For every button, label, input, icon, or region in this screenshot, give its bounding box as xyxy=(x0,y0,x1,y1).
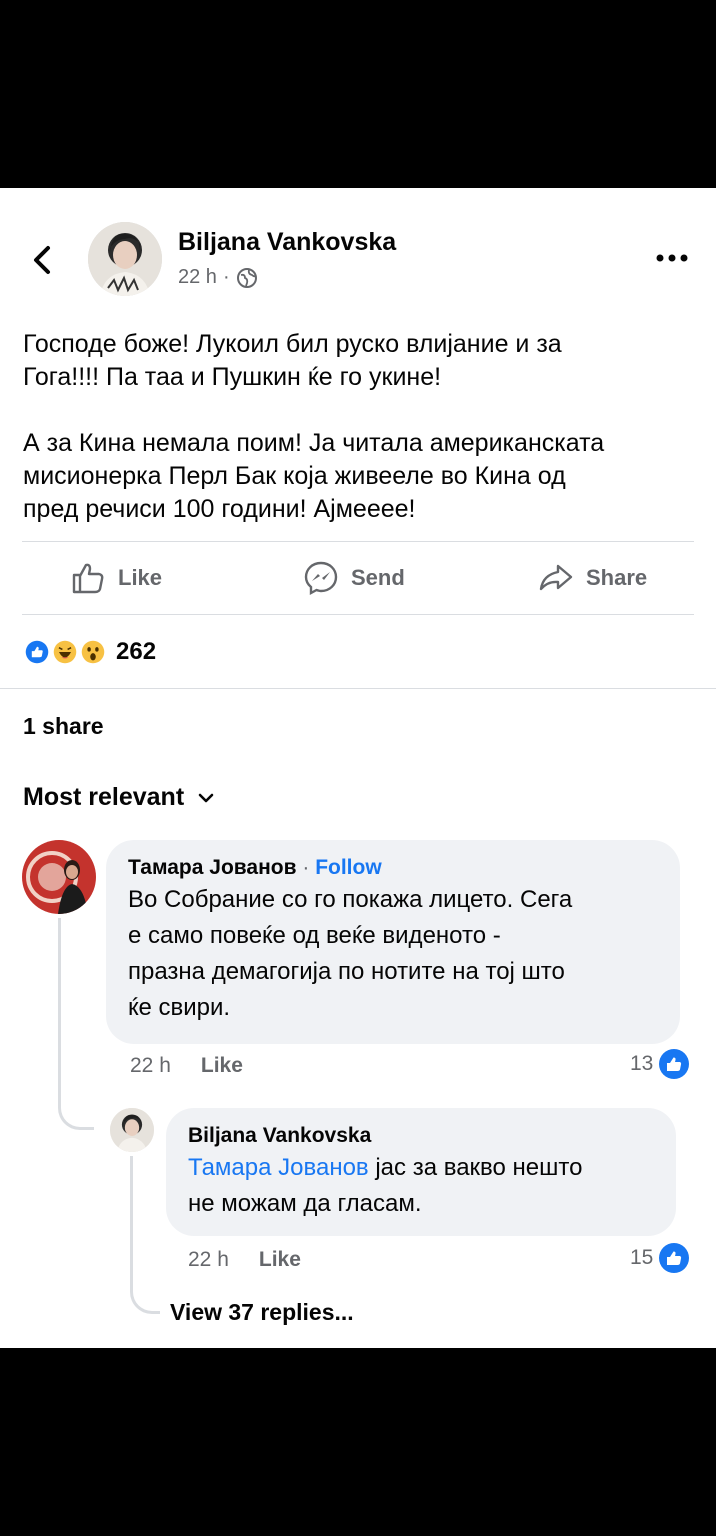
reply-text-line: јас за вакво нешто xyxy=(368,1154,583,1181)
commenter-avatar[interactable] xyxy=(22,840,96,914)
thumb-up-icon xyxy=(72,563,104,594)
send-label: Send xyxy=(351,565,405,590)
share-button[interactable]: Share xyxy=(538,542,647,614)
post-body: Господе боже! Лукоил бил руско влијание … xyxy=(23,328,695,559)
comment-reaction-number: 13 xyxy=(630,1052,654,1075)
share-count[interactable]: 1 share xyxy=(23,713,104,740)
reply-like-button[interactable]: Like xyxy=(259,1248,301,1272)
share-label: Share xyxy=(586,565,648,590)
globe-icon xyxy=(236,267,257,288)
meta-separator: · xyxy=(222,266,230,288)
comment-bubble: Тамара Јованов · Follow Во Собрание со г… xyxy=(106,840,680,1044)
reply-reaction-count[interactable]: 15 xyxy=(630,1243,690,1273)
thread-connector xyxy=(130,1156,160,1314)
reply-time[interactable]: 22 h xyxy=(188,1248,229,1272)
divider xyxy=(22,614,694,615)
reply-meta: 22 h Like xyxy=(188,1248,301,1272)
comment-meta: 22 h Like xyxy=(130,1054,243,1078)
comment-like-button[interactable]: Like xyxy=(201,1054,243,1078)
thread-connector xyxy=(58,918,94,1130)
divider xyxy=(0,688,716,689)
comment-time[interactable]: 22 h xyxy=(130,1054,171,1078)
comment-reaction-count[interactable]: 13 xyxy=(630,1049,690,1079)
post-actions: Like Send Share xyxy=(0,542,716,614)
post-time[interactable]: 22 h xyxy=(178,266,217,289)
like-reaction-icon xyxy=(659,1049,690,1079)
commenter-name[interactable]: Тамара Јованов xyxy=(128,856,297,879)
reply-avatar[interactable] xyxy=(110,1108,154,1152)
reply-reaction-number: 15 xyxy=(630,1246,654,1269)
like-reaction-icon xyxy=(22,637,52,667)
name-separator: · xyxy=(296,856,316,879)
author-avatar[interactable] xyxy=(88,222,162,296)
back-arrow-icon[interactable] xyxy=(24,240,60,280)
reply-author-name[interactable]: Biljana Vankovska xyxy=(188,1124,654,1148)
wow-reaction-icon xyxy=(78,637,108,667)
post-meta: 22 h · xyxy=(178,266,258,289)
follow-button[interactable]: Follow xyxy=(315,856,382,879)
post-paragraph: Господе боже! Лукоил бил руско влијание … xyxy=(23,330,562,391)
reaction-count: 262 xyxy=(116,638,157,665)
screen: Biljana Vankovska 22 h · Господе боже! Л… xyxy=(0,0,716,1536)
comment-sort-dropdown[interactable]: Most relevant xyxy=(23,783,216,812)
messenger-icon xyxy=(304,561,338,596)
more-options-icon[interactable] xyxy=(652,248,692,268)
haha-reaction-icon xyxy=(50,637,80,667)
send-button[interactable]: Send xyxy=(303,542,405,614)
like-label: Like xyxy=(118,565,163,590)
comment-text: Во Собрание со го покажа лицето. Сега е … xyxy=(128,886,573,1021)
chevron-down-icon xyxy=(198,793,214,802)
post-header: Biljana Vankovska 22 h · xyxy=(0,188,716,328)
post-paragraph: А за Кина немала поим! Ја читала америка… xyxy=(23,429,605,523)
share-arrow-icon xyxy=(539,564,573,591)
like-button[interactable]: Like xyxy=(70,542,162,614)
like-reaction-icon xyxy=(659,1243,690,1273)
sort-label: Most relevant xyxy=(23,783,185,811)
reactions-summary[interactable]: 262 xyxy=(22,636,156,668)
author-name[interactable]: Biljana Vankovska xyxy=(178,228,396,257)
post-panel: Biljana Vankovska 22 h · Господе боже! Л… xyxy=(0,188,716,1348)
view-replies-link[interactable]: View 37 replies... xyxy=(170,1299,354,1326)
reply-text: Тамара Јованов јас за вакво нешто не мож… xyxy=(188,1150,654,1222)
mention-link[interactable]: Тамара Јованов xyxy=(188,1154,369,1181)
reply-bubble: Biljana Vankovska Тамара Јованов јас за … xyxy=(166,1108,676,1236)
reply-text-line: не можам да гласам. xyxy=(188,1190,422,1217)
